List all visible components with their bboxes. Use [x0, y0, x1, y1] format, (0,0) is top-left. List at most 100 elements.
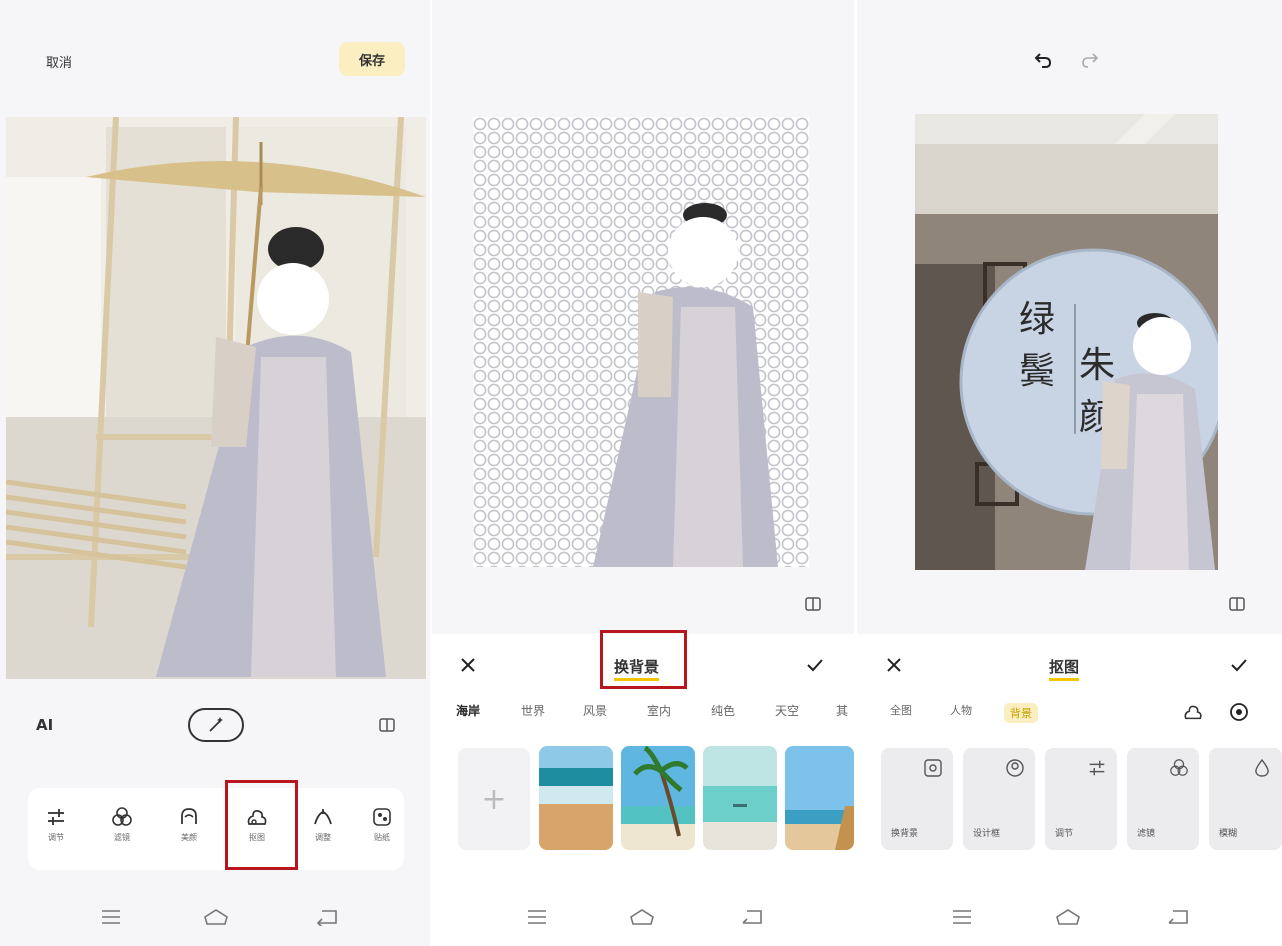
home-nav-button[interactable] [201, 902, 231, 932]
face-icon [181, 808, 197, 824]
menu-nav-button[interactable] [96, 902, 126, 932]
background-thumbnail-beach-1[interactable] [539, 746, 613, 850]
add-circle-icon[interactable] [1229, 702, 1249, 722]
feature-label: 调节 [1055, 829, 1074, 839]
scope-tab[interactable]: 全图 [890, 702, 912, 718]
background-thumbnail-lagoon[interactable] [703, 746, 777, 850]
back-nav-button[interactable] [312, 902, 342, 932]
tool-adjust[interactable]: 调节 [27, 800, 85, 862]
filter-icon [112, 807, 132, 826]
tool-sticker[interactable]: 贴纸 [360, 800, 404, 862]
menu-icon [102, 910, 120, 924]
category-tab[interactable]: 纯色 [711, 702, 735, 719]
tool-label: 调整 [315, 833, 331, 842]
image-icon [924, 759, 942, 777]
tool-label: 美颜 [181, 833, 197, 842]
menu-nav-button[interactable] [522, 902, 552, 932]
cutout-canvas[interactable] [473, 117, 809, 567]
palm-thumbnail [621, 746, 695, 850]
editor-panel: 取消 保存 AI 调节 滤镜 美颜 抠图 调整 贴纸 [0, 0, 430, 946]
category-tab-active[interactable]: 海岸 [456, 702, 480, 719]
portrait-icon [1006, 759, 1024, 777]
home-nav-button[interactable] [1053, 902, 1083, 932]
background-thumbnail-palm[interactable] [621, 746, 695, 850]
category-tab[interactable]: 其 [836, 702, 848, 719]
menu-nav-button[interactable] [947, 902, 977, 932]
feature-label: 滤镜 [1137, 829, 1156, 839]
feature-filter[interactable]: 滤镜 [1127, 748, 1199, 850]
photo-original [6, 117, 426, 679]
redo-icon[interactable] [1081, 51, 1099, 69]
shape-icon [314, 809, 332, 825]
category-tab[interactable]: 室内 [647, 702, 671, 719]
tool-shape[interactable]: 调整 [294, 800, 352, 862]
filter-icon [1170, 759, 1188, 776]
tool-label: 贴纸 [374, 833, 390, 842]
add-background-button[interactable]: + [458, 748, 530, 850]
photo-canvas[interactable] [6, 117, 426, 679]
category-tab[interactable]: 世界 [521, 702, 545, 719]
tool-label: 调节 [48, 833, 64, 842]
home-icon [204, 909, 228, 925]
sticker-icon [373, 808, 391, 826]
ai-button[interactable]: AI [36, 716, 53, 734]
poster-calligraphy-left: 绿 鬓 [1019, 294, 1059, 398]
sliders-icon [48, 809, 64, 825]
sheet-title: 抠图 [1049, 656, 1080, 681]
compare-icon[interactable] [1228, 596, 1246, 612]
background-thumbnail-beach-2[interactable] [785, 746, 854, 850]
beach-thumbnail [539, 746, 613, 850]
compare-icon[interactable] [804, 596, 822, 612]
magic-wand-button[interactable] [188, 708, 244, 742]
feature-adjust[interactable]: 调节 [1045, 748, 1117, 850]
face-mask [257, 263, 329, 335]
feature-design-frame[interactable]: 设计框 [963, 748, 1035, 850]
feature-change-background[interactable]: 换背景 [881, 748, 953, 850]
poster-char: 鬓 [1019, 351, 1056, 392]
confirm-icon[interactable] [806, 657, 824, 673]
feature-label: 换背景 [891, 829, 919, 839]
scope-tab-active[interactable]: 背景 [1004, 703, 1038, 723]
home-icon [1056, 909, 1080, 925]
compare-icon[interactable] [378, 717, 396, 733]
cutout-result-panel: 绿 鬓 朱 颜 抠图 全图 人物 背景 换背景 设计框 调节 滤镜 模糊 [857, 0, 1282, 946]
menu-icon [953, 910, 971, 924]
system-nav-bar [0, 892, 430, 946]
tool-beauty[interactable]: 美颜 [160, 800, 218, 862]
menu-icon [528, 910, 546, 924]
tool-label: 滤镜 [114, 833, 130, 842]
close-icon[interactable] [886, 657, 902, 673]
undo-icon[interactable] [1034, 51, 1052, 69]
sliders-icon [1089, 760, 1105, 776]
home-nav-button[interactable] [627, 902, 657, 932]
feature-label: 设计框 [973, 829, 1001, 839]
system-nav-bar [857, 892, 1282, 946]
back-icon [742, 910, 762, 924]
face-mask [1133, 317, 1191, 375]
back-nav-button[interactable] [1163, 902, 1193, 932]
save-button[interactable]: 保存 [339, 42, 405, 76]
poster-char: 绿 [1019, 299, 1056, 340]
magic-wand-icon [209, 717, 223, 732]
feature-label: 模糊 [1219, 829, 1238, 839]
feature-blur[interactable]: 模糊 [1209, 748, 1282, 850]
back-icon [316, 910, 337, 926]
highlight-box-title [600, 630, 687, 689]
cancel-button[interactable]: 取消 [46, 52, 72, 71]
back-icon [1168, 910, 1188, 924]
category-tab[interactable]: 风景 [583, 702, 607, 719]
back-nav-button[interactable] [737, 902, 767, 932]
transparent-cutout [473, 117, 809, 567]
face-mask [668, 217, 738, 287]
close-icon[interactable] [460, 657, 476, 673]
cutout-icon[interactable] [1182, 702, 1204, 722]
change-background-panel: 换背景 海岸 世界 风景 室内 纯色 天空 其 + [432, 0, 854, 946]
scope-tab[interactable]: 人物 [950, 702, 972, 718]
beach-thumbnail [785, 746, 854, 850]
home-icon [630, 909, 654, 925]
confirm-icon[interactable] [1230, 657, 1248, 673]
tool-filter[interactable]: 滤镜 [93, 800, 151, 862]
category-tab[interactable]: 天空 [775, 702, 799, 719]
highlight-box-cutout [225, 780, 298, 870]
composite-canvas[interactable]: 绿 鬓 朱 颜 [915, 114, 1218, 570]
